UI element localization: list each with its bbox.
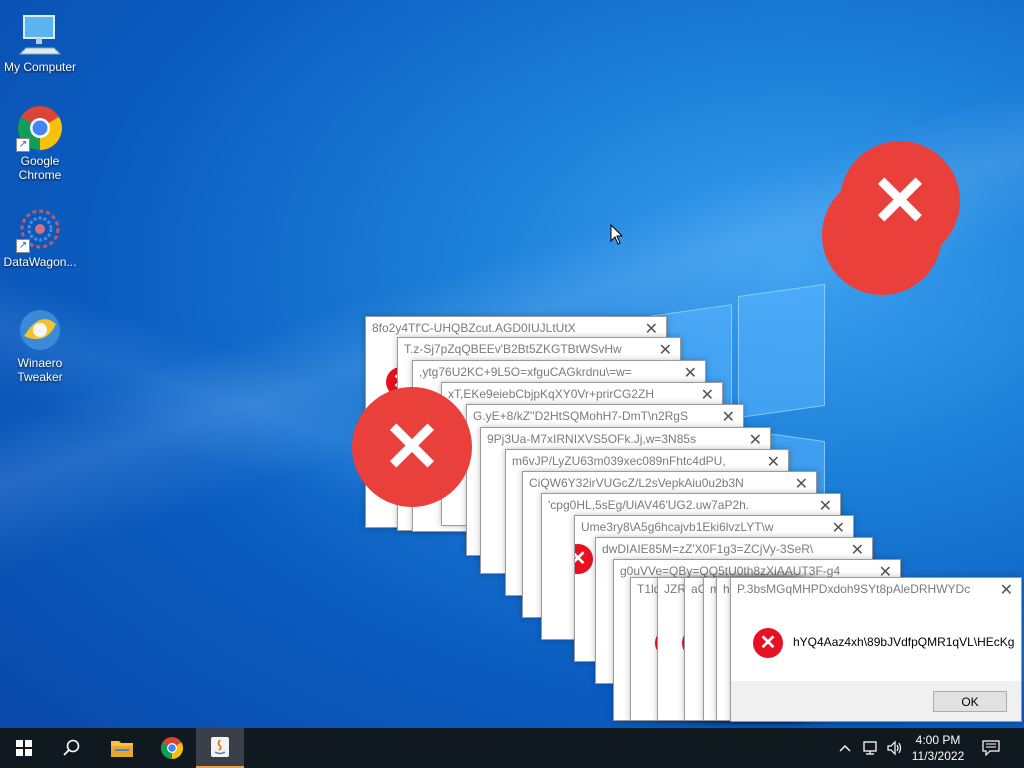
desktop-icon-datawagon[interactable]: ↗ DataWagon... xyxy=(0,205,80,269)
clock-time: 4:00 PM xyxy=(915,733,961,747)
dialog-title: dwDIAIE85M=zZ'X0F1g3=ZCjVy-3SeR\ xyxy=(602,542,814,556)
dialog-footer: OK xyxy=(731,681,1021,721)
folder-icon xyxy=(111,741,133,757)
winaero-icon xyxy=(16,306,64,354)
dialog-title: m6vJP/LyZU63m039xec089nFhtc4dPU, xyxy=(512,454,726,468)
dialog-title: P.3bsMGqMHPDxdoh9SYt8pAleDRHWYDc xyxy=(737,582,971,596)
dialog-title: Ume3ry8\A5g6hcajvb1Eki6lvzLYT\w xyxy=(581,520,774,534)
java-taskbar-button[interactable] xyxy=(196,728,244,768)
java-icon xyxy=(211,737,229,757)
error-icon: ✕ xyxy=(575,544,593,574)
large-error-icon: ✕ xyxy=(352,387,472,507)
close-icon[interactable]: ✕ xyxy=(684,363,697,383)
close-icon[interactable]: ✕ xyxy=(851,540,864,560)
desktop-icon-label: Google Chrome xyxy=(18,154,62,182)
ok-button[interactable]: OK xyxy=(933,691,1007,712)
error-icon: ✕ xyxy=(753,628,783,658)
dialog-title: ,ytg76U2KC+9L5O=xfguCAGkrdnu\=w= xyxy=(419,365,632,379)
desktop-icon-google-chrome[interactable]: ↗ Google Chrome xyxy=(0,104,80,182)
chrome-icon: ↗ xyxy=(16,104,64,152)
desktop-icon-label: My Computer xyxy=(3,60,77,74)
shortcut-arrow-icon: ↗ xyxy=(16,239,30,253)
dialog-message: hYQ4Aaz4xh\89bJVdfpQMR1qVL\HEcKg xyxy=(793,635,1015,649)
chrome-icon xyxy=(161,737,183,759)
chevron-up-icon xyxy=(839,745,851,752)
desktop-icon-winaero-tweaker[interactable]: Winaero Tweaker xyxy=(0,306,80,384)
file-explorer-button[interactable] xyxy=(98,728,146,768)
large-error-icon: ✕ xyxy=(840,141,960,261)
close-icon[interactable]: ✕ xyxy=(701,385,714,405)
shortcut-arrow-icon: ↗ xyxy=(16,138,30,152)
close-icon[interactable]: ✕ xyxy=(749,430,762,450)
desktop-icon-label: DataWagon... xyxy=(3,255,77,269)
clock[interactable]: 4:00 PM 11/3/2022 xyxy=(906,728,970,768)
dialog-title: 8fo2y4Tf'C-UHQBZcut.AGD0IUJLtUtX xyxy=(372,321,576,335)
notifications-icon xyxy=(982,740,1000,756)
dialog-title: T.z-Sj7pZqQBEEv'B2Bt5ZKGTBtWSvHw xyxy=(404,342,622,356)
taskbar: 4:00 PM 11/3/2022 xyxy=(0,728,1024,768)
dialog-title: xT,EKe9eiebCbjpKqXY0Vr+prirCG2ZH xyxy=(448,387,654,401)
dialog-title: 'cpg0HL,5sEg/UiAV46'UG2.uw7aP2h. xyxy=(548,498,750,512)
close-icon[interactable]: ✕ xyxy=(659,340,672,360)
datawagon-icon: ↗ xyxy=(16,205,64,253)
desktop-icon-my-computer[interactable]: My Computer xyxy=(0,10,80,74)
close-icon[interactable]: ✕ xyxy=(767,452,780,472)
error-dialog-front[interactable]: P.3bsMGqMHPDxdoh9SYt8pAleDRHWYDc ✕ ✕ hYQ… xyxy=(730,577,1022,722)
close-icon[interactable]: ✕ xyxy=(832,518,845,538)
start-button[interactable] xyxy=(0,728,48,768)
close-icon[interactable]: ✕ xyxy=(795,474,808,494)
close-icon[interactable]: ✕ xyxy=(1000,580,1013,600)
network-button[interactable] xyxy=(862,728,880,768)
dialog-title: 9Pj3Ua-M7xIRNIXVS5OFk.Jj,w=3N85s xyxy=(487,432,697,446)
show-hidden-icons-button[interactable] xyxy=(838,728,852,768)
mouse-cursor-icon xyxy=(610,224,624,245)
close-icon[interactable]: ✕ xyxy=(819,496,832,516)
windows-icon xyxy=(16,740,32,756)
dialog-title: G.yE+8/kZ''D2HtSQMohH7-DmT\n2RgS xyxy=(473,409,688,423)
computer-icon xyxy=(16,10,64,58)
search-icon xyxy=(63,739,80,756)
clock-date: 11/3/2022 xyxy=(911,749,965,763)
dialog-title: CiQW6Y32irVUGcZ/L2sVepkAiu0u2b3N xyxy=(529,476,744,490)
network-icon xyxy=(863,741,877,755)
desktop-icon-label: Winaero Tweaker xyxy=(17,356,63,384)
search-button[interactable] xyxy=(48,728,96,768)
volume-button[interactable] xyxy=(886,728,904,768)
chrome-taskbar-button[interactable] xyxy=(148,728,196,768)
volume-icon xyxy=(887,740,902,756)
action-center-button[interactable] xyxy=(982,728,1000,768)
close-icon[interactable]: ✕ xyxy=(722,407,735,427)
close-icon[interactable]: ✕ xyxy=(645,319,658,339)
